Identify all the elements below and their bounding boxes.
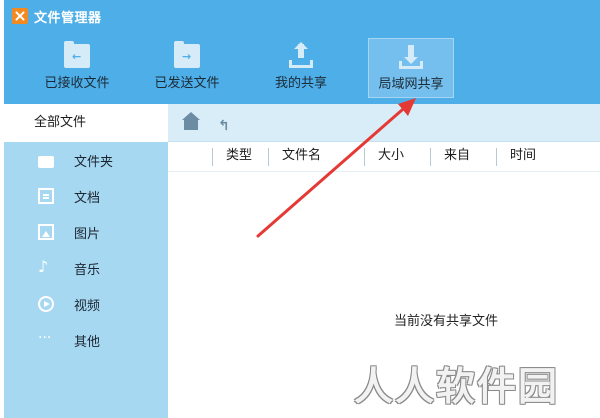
column-from[interactable]: 来自 [430,142,470,172]
more-icon [38,330,54,348]
download-share-icon [398,45,424,69]
upload-share-icon [288,42,314,68]
back-icon[interactable]: ↰ [218,118,230,134]
image-icon [38,224,54,240]
sidebar-item-label: 视频 [74,298,101,314]
sidebar: 全部文件 文件夹 文档 图片 音乐 视频 其他 [4,104,168,418]
sent-files-button[interactable]: → 已发送文件 [144,38,230,98]
sidebar-item-label: 文件夹 [74,154,114,170]
sidebar-item-video[interactable]: 视频 [4,286,168,322]
sent-files-label: 已发送文件 [154,76,220,91]
received-folder-icon: ← [64,41,90,68]
video-icon [38,296,54,312]
received-files-button[interactable]: ← 已接收文件 [34,38,120,98]
sidebar-item-documents[interactable]: 文档 [4,178,168,214]
sidebar-item-folders[interactable]: 文件夹 [4,142,168,178]
column-filename[interactable]: 文件名 [268,142,321,172]
sidebar-item-label: 图片 [74,226,101,242]
folder-icon [38,156,54,168]
sidebar-item-other[interactable]: 其他 [4,322,168,358]
my-share-button[interactable]: 我的共享 [258,38,344,98]
path-bar: ↰ [168,104,600,142]
app-title: 文件管理器 [34,10,102,26]
toolbar: ← 已接收文件 → 已发送文件 我的共享 局域网共享 [4,38,600,100]
lan-share-label: 局域网共享 [378,77,444,92]
lan-share-button[interactable]: 局域网共享 [368,38,454,98]
received-files-label: 已接收文件 [44,76,110,91]
app-logo-icon [12,8,28,24]
table-header: 类型 文件名 大小 来自 时间 [168,142,600,172]
sidebar-item-label: 音乐 [74,262,101,278]
title-toolbar-area: 文件管理器 ← 已接收文件 → 已发送文件 我的共享 局域网共享 [4,0,600,104]
sidebar-item-all-files[interactable]: 全部文件 [4,104,168,142]
column-size[interactable]: 大小 [364,142,404,172]
my-share-label: 我的共享 [274,76,327,91]
title-bar: 文件管理器 [12,8,102,26]
sent-folder-icon: → [174,41,200,68]
sidebar-item-images[interactable]: 图片 [4,214,168,250]
music-icon [38,259,54,276]
sidebar-item-music[interactable]: 音乐 [4,250,168,286]
watermark: 人人软件园 [354,365,560,410]
empty-state-message: 当前没有共享文件 [394,314,499,329]
document-icon [38,188,54,204]
home-icon[interactable] [182,112,200,130]
column-type[interactable]: 类型 [212,142,252,172]
sidebar-item-label: 其他 [74,334,101,350]
column-time[interactable]: 时间 [496,142,536,172]
sidebar-item-label: 文档 [74,190,101,206]
